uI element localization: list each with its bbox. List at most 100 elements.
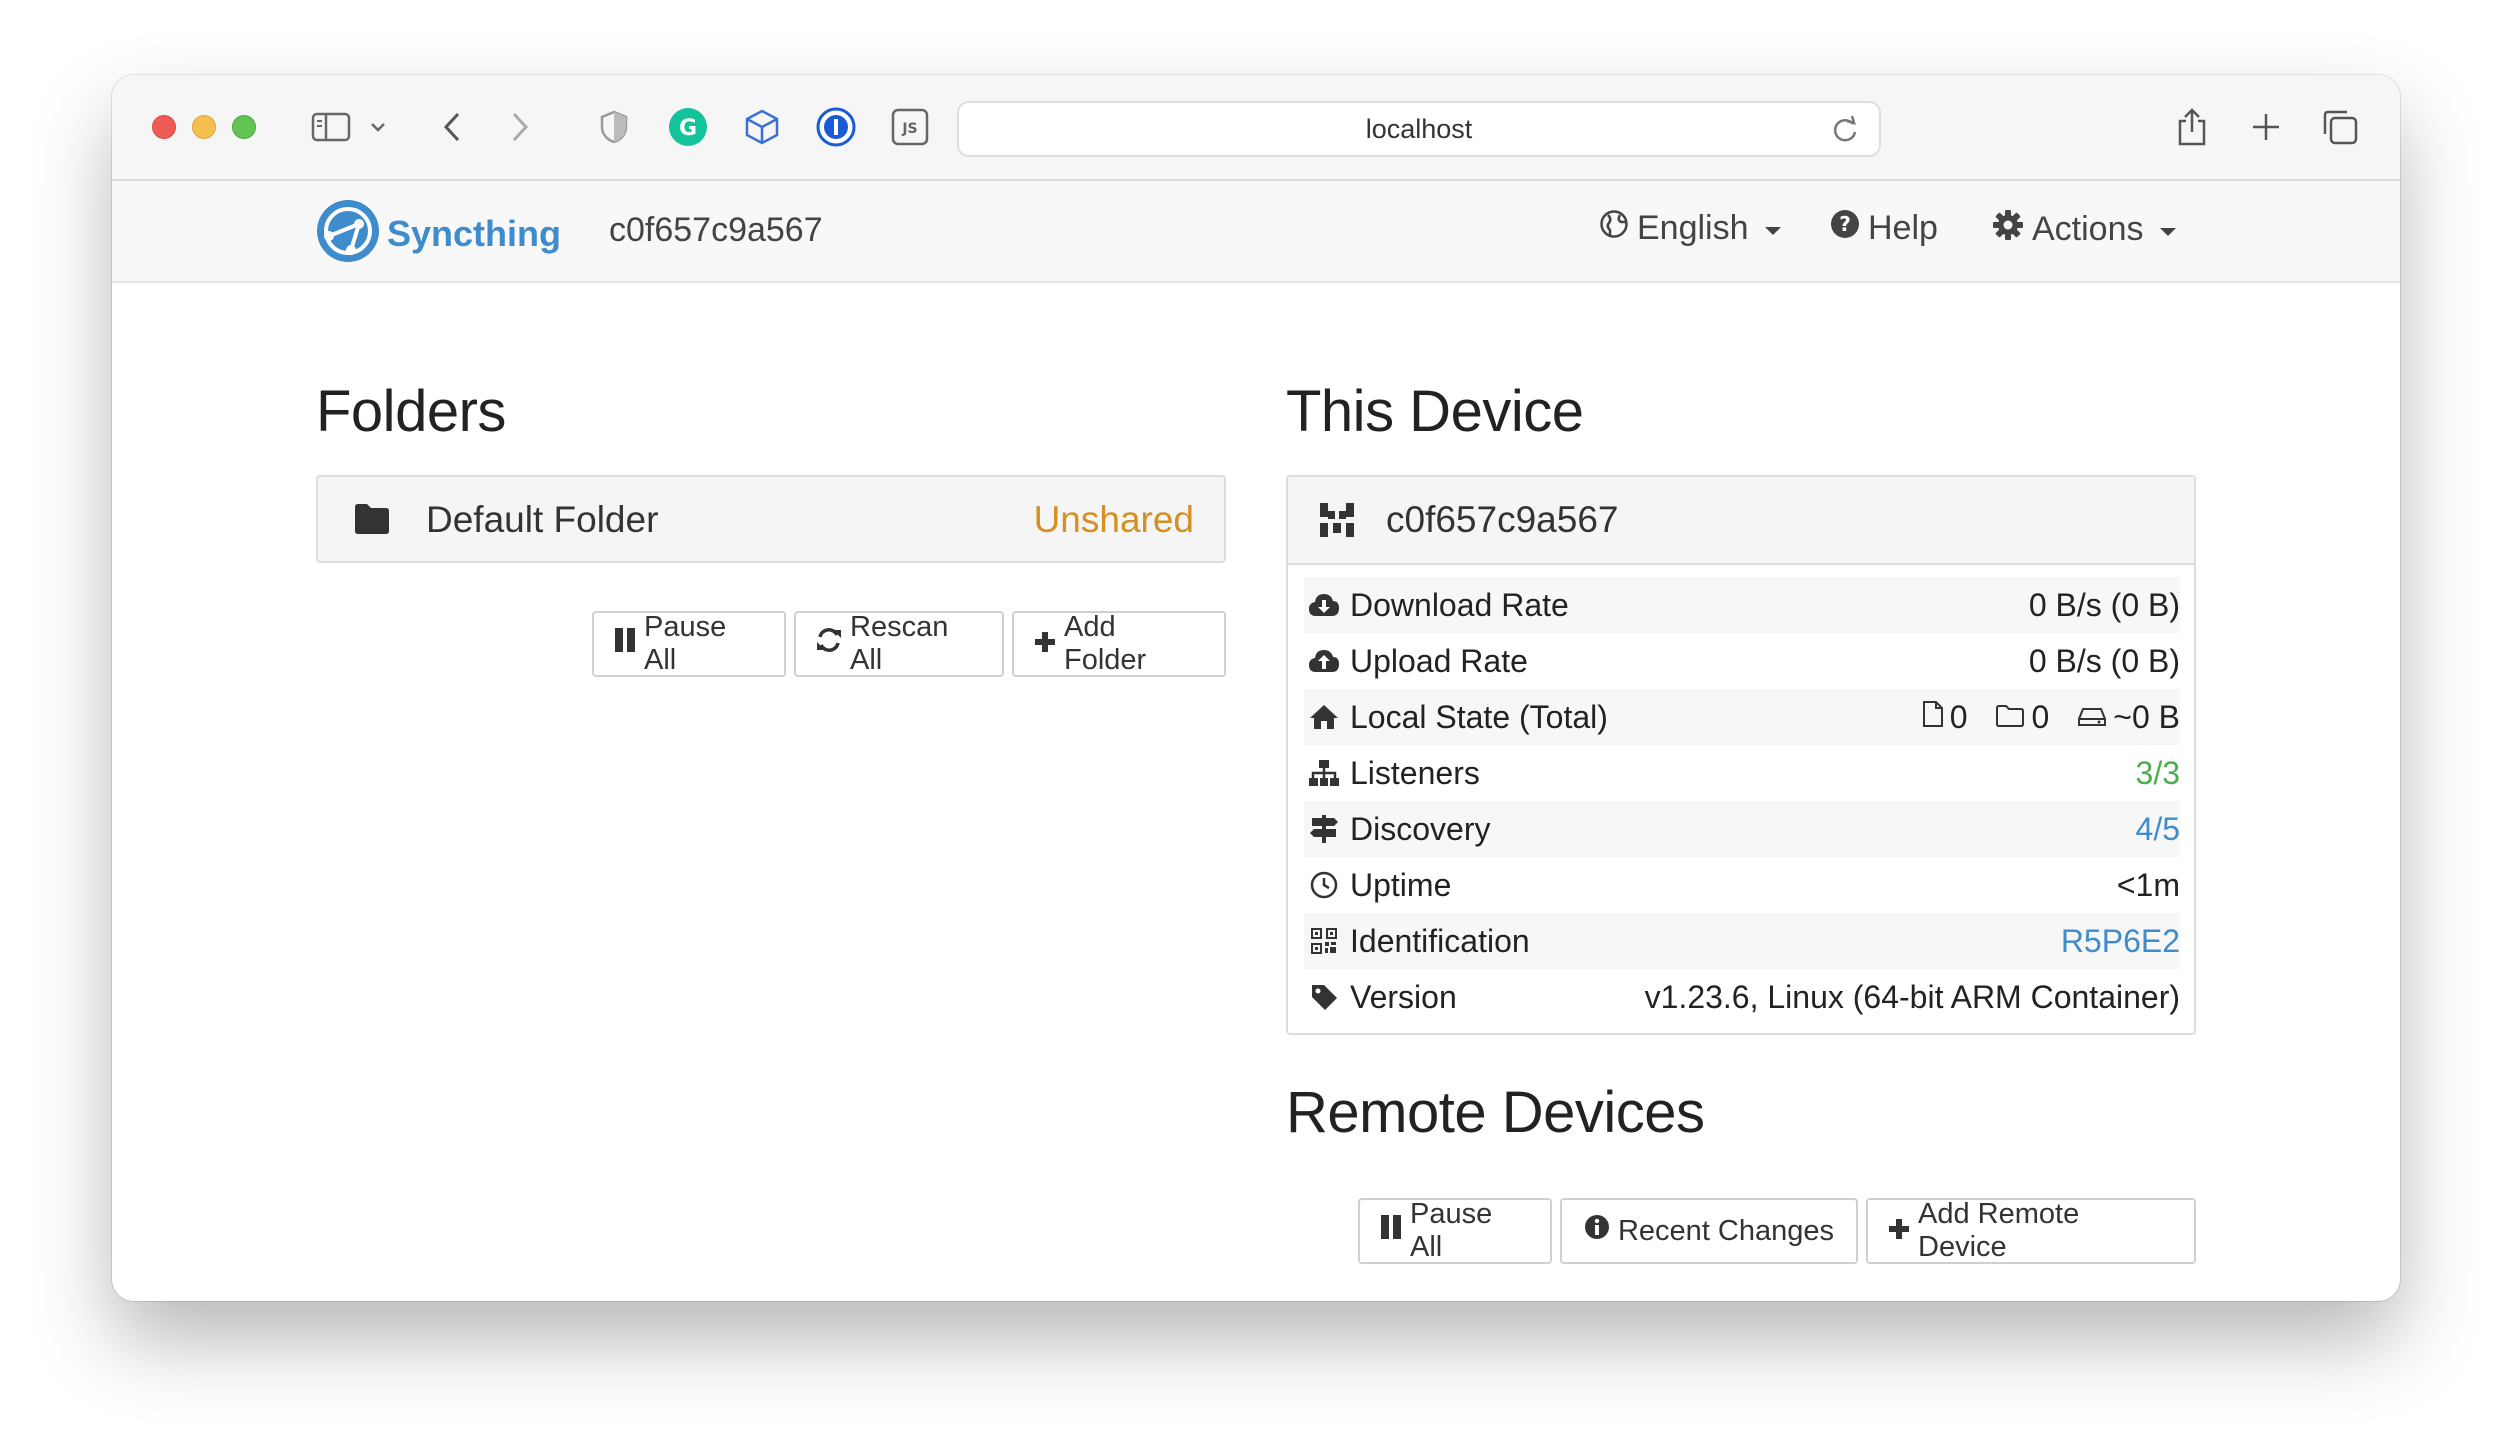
privacy-shield-icon[interactable]: [592, 103, 636, 151]
identification-link[interactable]: R5P6E2: [2061, 913, 2180, 969]
stat-label: Version: [1350, 978, 1457, 1015]
url-text: localhost: [1365, 113, 1473, 144]
stat-row-download-rate: Download Rate 0 B/s (0 B): [1304, 577, 2180, 633]
stat-row-listeners: Listeners 3/3: [1304, 745, 2180, 801]
add-folder-button[interactable]: Add Folder: [1012, 611, 1226, 677]
sidebar-toggle-icon[interactable]: [306, 103, 356, 151]
device-name: c0f657c9a567: [609, 211, 823, 249]
folder-outline-icon: [1995, 699, 2025, 736]
pause-all-folders-button[interactable]: Pause All: [592, 611, 786, 677]
actions-dropdown[interactable]: Actions: [1992, 209, 2176, 250]
password-manager-icon[interactable]: [814, 103, 858, 151]
cloud-download-icon: [1304, 592, 1344, 618]
device-identicon-icon: [1318, 501, 1356, 544]
address-bar[interactable]: localhost: [957, 101, 1881, 157]
svg-text:?: ?: [1839, 212, 1851, 236]
rescan-all-label: Rescan All: [850, 611, 949, 676]
minimize-window-button[interactable]: [192, 115, 216, 139]
new-tab-icon[interactable]: [2244, 103, 2288, 151]
version-value: v1.23.6, Linux (64-bit ARM Container): [1644, 978, 2180, 1015]
chevron-down-icon[interactable]: [366, 103, 390, 151]
remote-devices-heading: Remote Devices: [1286, 1080, 1705, 1145]
this-device-name: c0f657c9a567: [1386, 499, 1619, 540]
stat-label: Upload Rate: [1350, 642, 1528, 679]
stat-value: 0 B/s (0 B): [2028, 642, 2180, 679]
listeners-value[interactable]: 3/3: [2136, 745, 2180, 801]
stat-row-upload-rate: Upload Rate 0 B/s (0 B): [1304, 633, 2180, 689]
add-remote-device-button[interactable]: Add Remote Device: [1866, 1198, 2196, 1264]
app-navbar: Syncthing c0f657c9a567 English ? Help Ac…: [112, 181, 2400, 283]
pause-all-devices-button[interactable]: Pause All: [1358, 1198, 1552, 1264]
syncthing-logo-icon: [315, 198, 381, 269]
language-dropdown[interactable]: English: [1599, 209, 1781, 248]
stat-row-identification: Identification R5P6E2: [1304, 913, 2180, 969]
zoom-window-button[interactable]: [232, 115, 256, 139]
share-icon[interactable]: [2170, 103, 2214, 151]
caret-down-icon: [1764, 226, 1781, 235]
svg-text:G: G: [679, 116, 697, 141]
hard-drive-icon: [2077, 699, 2107, 736]
stat-label: Local State (Total): [1350, 698, 1608, 735]
signpost-icon: [1304, 814, 1344, 844]
stat-row-uptime: Uptime <1m: [1304, 857, 2180, 913]
pause-all-label: Pause All: [644, 611, 727, 676]
plus-icon: [1888, 1215, 1910, 1248]
browser-window: G JS localhost Syncthing c0f657c9a567 En…: [112, 75, 2400, 1301]
grammarly-extension-icon[interactable]: G: [666, 103, 710, 151]
browser-toolbar: G JS localhost: [112, 75, 2400, 181]
this-device-panel: c0f657c9a567 Download Rate 0 B/s (0 B) U…: [1286, 475, 2196, 1035]
back-icon[interactable]: [432, 103, 472, 151]
language-label: English: [1637, 209, 1749, 247]
actions-label: Actions: [2032, 210, 2144, 248]
refresh-icon: [816, 627, 842, 661]
globe-icon: [1599, 209, 1629, 248]
help-link[interactable]: ? Help: [1830, 209, 1938, 248]
forward-icon[interactable]: [500, 103, 540, 151]
folder-item-default[interactable]: Default Folder Unshared: [316, 475, 1226, 563]
local-state-values: 0 0 ~0 B: [1922, 689, 2180, 745]
close-window-button[interactable]: [152, 115, 176, 139]
this-device-header[interactable]: c0f657c9a567: [1288, 477, 2194, 565]
info-circle-icon: [1584, 1214, 1610, 1248]
stat-label: Discovery: [1350, 810, 1491, 847]
total-size: ~0 B: [2113, 698, 2180, 735]
qrcode-icon: [1304, 927, 1344, 955]
directory-count: 0: [2031, 698, 2050, 735]
svg-text:JS: JS: [901, 121, 917, 137]
stat-label: Listeners: [1350, 754, 1480, 791]
sitemap-icon: [1304, 759, 1344, 787]
plus-icon: [1034, 628, 1056, 661]
cube-extension-icon[interactable]: [740, 103, 784, 151]
file-count: 0: [1949, 698, 1968, 735]
recent-changes-label: Recent Changes: [1617, 1214, 1835, 1247]
folder-name: Default Folder: [426, 499, 659, 540]
js-extension-icon[interactable]: JS: [888, 103, 932, 151]
tag-icon: [1304, 983, 1344, 1011]
cloud-upload-icon: [1304, 648, 1344, 674]
rescan-all-button[interactable]: Rescan All: [794, 611, 1004, 677]
pause-icon: [1380, 1214, 1402, 1248]
add-folder-label: Add Folder: [1064, 611, 1147, 676]
reload-icon[interactable]: [1831, 115, 1859, 152]
recent-changes-button[interactable]: Recent Changes: [1560, 1198, 1858, 1264]
stat-label: Identification: [1350, 922, 1530, 959]
folders-heading: Folders: [316, 379, 506, 444]
file-icon: [1922, 699, 1944, 736]
home-icon: [1304, 704, 1344, 730]
brand-link[interactable]: Syncthing: [315, 198, 561, 269]
uptime-value: <1m: [2116, 866, 2180, 903]
folder-icon: [354, 503, 390, 540]
folder-state: Unshared: [1033, 499, 1194, 540]
stat-row-local-state: Local State (Total) 0 0 ~0 B: [1304, 689, 2180, 745]
help-label: Help: [1868, 209, 1938, 247]
discovery-value[interactable]: 4/5: [2136, 801, 2180, 857]
stat-row-discovery: Discovery 4/5: [1304, 801, 2180, 857]
this-device-stats: Download Rate 0 B/s (0 B) Upload Rate 0 …: [1304, 577, 2180, 1025]
add-remote-device-label: Add Remote Device: [1918, 1198, 2080, 1263]
stat-row-version: Version v1.23.6, Linux (64-bit ARM Conta…: [1304, 969, 2180, 1025]
stat-label: Download Rate: [1350, 586, 1569, 623]
pause-all-label: Pause All: [1410, 1198, 1493, 1263]
brand-name: Syncthing: [387, 212, 562, 254]
pause-icon: [614, 627, 636, 661]
tab-overview-icon[interactable]: [2318, 103, 2362, 151]
